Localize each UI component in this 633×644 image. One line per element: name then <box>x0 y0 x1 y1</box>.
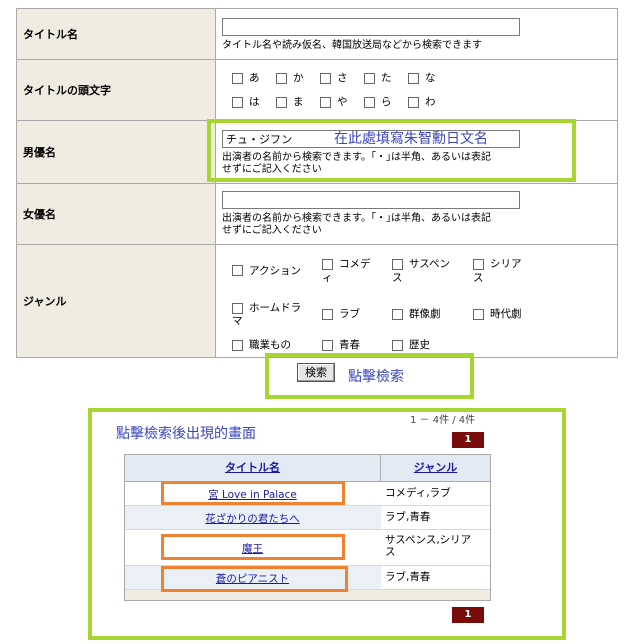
initial-checkbox-wa[interactable] <box>408 97 419 108</box>
actor-annotation-text: 在此處填寫朱智勳日文名 <box>334 131 488 147</box>
results-annotation-text: 點擊檢索後出現的畫面 <box>116 426 256 442</box>
genre-checkbox-period[interactable] <box>473 309 484 320</box>
initial-label-ra: ら <box>381 96 392 108</box>
genre-label-ensemble: 群像劇 <box>409 308 441 320</box>
genre-label-suspense: サスペン <box>409 258 451 270</box>
initial-checkbox-ta[interactable] <box>364 73 375 84</box>
genre-checkbox-homedrama[interactable] <box>232 303 243 314</box>
initial-label-ha: は <box>249 96 260 108</box>
initial-checkbox-ka[interactable] <box>276 73 287 84</box>
actress-help: 出演者の名前から検索できます。｢・｣は半角、あるいは表記 せずにご記入ください <box>222 213 491 236</box>
actress-label: 女優名 <box>17 184 216 244</box>
genre-label-action: アクション <box>249 265 301 277</box>
result-count: 1 － 4件 / 4件 <box>410 415 476 426</box>
genre-checkbox-action[interactable] <box>232 265 243 276</box>
genre-checkbox-love[interactable] <box>322 309 333 320</box>
initial-label-a: あ <box>249 72 260 84</box>
genre-checkbox-profession[interactable] <box>232 340 243 351</box>
actress-row: 女優名 出演者の名前から検索できます。｢・｣は半角、あるいは表記 せずにご記入く… <box>17 184 617 245</box>
initial-label-na: な <box>425 72 436 84</box>
genre-label-comedy: コメデ <box>339 258 371 270</box>
genre-checkbox-comedy[interactable] <box>322 259 333 270</box>
highlight-box-row-3 <box>161 534 345 560</box>
title-input[interactable] <box>222 18 520 36</box>
initial-label-ma: ま <box>293 96 304 108</box>
genre-checkbox-suspense[interactable] <box>392 259 403 270</box>
header-title[interactable]: タイトル名 <box>125 455 380 481</box>
genre-options: アクション コメデ ィ サスペン ス シリア ス ホームドラ マ ラブ 群像劇 … <box>216 245 617 357</box>
header-genre[interactable]: ジャンル <box>381 455 490 481</box>
genre-label-period: 時代劇 <box>490 308 522 320</box>
initial-checkbox-ha[interactable] <box>232 97 243 108</box>
result-genre: サスペンス,シリア <box>385 534 472 546</box>
genre-row: ジャンル アクション コメデ ィ サスペン ス シリア ス ホームドラ マ ラブ… <box>17 245 617 357</box>
initial-label-wa: わ <box>425 96 436 108</box>
initial-label: タイトルの頭文字 <box>17 60 216 120</box>
genre-label-love: ラブ <box>339 308 360 320</box>
search-annotation-text: 點擊檢索 <box>348 369 404 385</box>
initial-checkbox-sa[interactable] <box>320 73 331 84</box>
title-row: タイトル名 タイトル名や読み仮名、韓国放送局などから検索できます <box>17 9 617 60</box>
result-genre: コメディ,ラブ <box>385 487 451 499</box>
search-form: タイトル名 タイトル名や読み仮名、韓国放送局などから検索できます タイトルの頭文… <box>16 8 618 358</box>
result-genre-continued: ス <box>385 546 396 558</box>
table-row: 花ざかりの君たちへ ラブ,青春 <box>125 506 490 530</box>
initial-row: タイトルの頭文字 あ か さ た な は ま や ら わ <box>17 60 617 121</box>
genre-label-serious-2: ス <box>473 272 484 284</box>
initial-label-ta: た <box>381 72 392 84</box>
genre-label-comedy-2: ィ <box>322 272 333 284</box>
actor-label: 男優名 <box>17 121 216 183</box>
genre-label-serious: シリア <box>490 258 522 270</box>
title-label: タイトル名 <box>17 9 216 59</box>
initial-label-ya: や <box>337 96 348 108</box>
result-title-link[interactable]: 花ざかりの君たちへ <box>125 511 380 526</box>
genre-checkbox-youth[interactable] <box>322 340 333 351</box>
genre-label: ジャンル <box>17 245 216 357</box>
genre-label-history: 歴史 <box>409 339 430 351</box>
genre-label-profession: 職業もの <box>249 339 291 351</box>
page-button-bottom[interactable]: 1 <box>452 607 484 623</box>
genre-label-youth: 青春 <box>339 339 360 351</box>
initial-checkbox-ra[interactable] <box>364 97 375 108</box>
page-button-top[interactable]: 1 <box>452 432 484 448</box>
genre-label-homedrama: ホームドラ <box>249 302 302 314</box>
title-help: タイトル名や読み仮名、韓国放送局などから検索できます <box>222 40 482 51</box>
result-genre: ラブ,青春 <box>385 511 431 523</box>
initial-label-sa: さ <box>337 72 348 84</box>
genre-checkbox-history[interactable] <box>392 340 403 351</box>
genre-checkbox-serious[interactable] <box>473 259 484 270</box>
genre-label-homedrama-2: マ <box>232 315 243 327</box>
initial-checkbox-ma[interactable] <box>276 97 287 108</box>
initial-checkbox-ya[interactable] <box>320 97 331 108</box>
initial-checkbox-a[interactable] <box>232 73 243 84</box>
initial-label-ka: か <box>293 72 304 84</box>
initial-checkbox-na[interactable] <box>408 73 419 84</box>
genre-label-suspense-2: ス <box>392 272 403 284</box>
actress-input[interactable] <box>222 191 520 209</box>
search-button[interactable]: 検索 <box>297 363 335 382</box>
results-header: タイトル名 ジャンル <box>125 455 490 482</box>
highlight-box-row-1 <box>161 481 345 505</box>
result-genre: ラブ,青春 <box>385 571 431 583</box>
genre-checkbox-ensemble[interactable] <box>392 309 403 320</box>
highlight-box-row-4 <box>161 566 348 592</box>
initial-options: あ か さ た な は ま や ら わ <box>216 60 617 120</box>
